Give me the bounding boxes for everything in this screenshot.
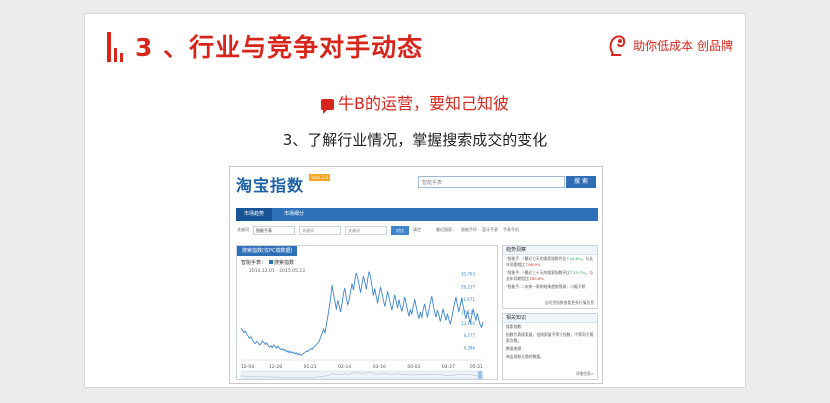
y-tick-label: 8,777	[464, 333, 476, 338]
x-tick-label: 05-21	[470, 364, 483, 370]
y-tick-label: 13,100	[461, 321, 475, 326]
panel-title: 趋势洞察	[503, 246, 597, 255]
panel-title: 相关知识	[503, 314, 597, 323]
insight-line: "智能手..."未来一周的结果趋势预测：小幅下跌	[506, 284, 586, 289]
slide: 3 、行业与竞争对手动态 助你低成本 创品牌 牛B的运营，要知己知彼 3、了解行…	[84, 13, 746, 388]
main-nav: 市场趋势 市场细分	[236, 208, 598, 221]
trend-insight-panel: 趋势洞察 "智能手..."最近七天的搜索指数环比↑20.8%，与去年同期相比↑9…	[502, 245, 598, 309]
y-tick-label: 26,217	[461, 284, 475, 289]
keyword-input-1[interactable]: 智能手表	[253, 226, 295, 235]
keyword-input-3[interactable]: 关键词	[345, 226, 387, 235]
keyword-filter-bar: 关键词 智能手表 关键词 关键词 对比 清空 最近搜索： 智能手环 蓝牙手表 手…	[236, 225, 598, 237]
x-tick-label: 04-03	[407, 364, 420, 370]
brand-slogan: 助你低成本 创品牌	[633, 38, 733, 53]
brand-figure-icon	[609, 35, 626, 56]
search-index-chart: 搜索指数(仅PC端数据) 智能手表： 搜索指数 2014.12.01 - 2015…	[236, 245, 498, 380]
more-link[interactable]: 去阿里指数查看更多行情信息	[545, 300, 594, 306]
knowledge-line: 数据来源：	[506, 346, 525, 351]
knowledge-line: 淘宝网和天猫的数据。	[506, 354, 544, 359]
x-tick-label: 02-14	[338, 364, 351, 370]
subtitle: 牛B的运营，要知己知彼	[85, 90, 745, 114]
speech-bubble-icon	[321, 99, 334, 114]
insight-line: "智能手..."最近七天的搜索指数环比↑20.8%，与去年同期相比↑98.9%	[506, 256, 593, 267]
search-button[interactable]: 搜 索	[566, 176, 596, 188]
taobao-index-logo: 淘宝指数 beta 2.0	[236, 174, 331, 195]
keyword-input-2[interactable]: 关键词	[299, 226, 341, 235]
point-text: 3、了解行业情况，掌握搜索成交的变化	[282, 131, 548, 149]
y-tick-label: 21,671	[461, 297, 475, 302]
related-knowledge-panel: 相关知识 搜索指数： 指数代表搜索量，但搜索量不等于指数，不等同于搜索次数。 数…	[502, 313, 598, 380]
range-slider-handle	[478, 371, 482, 379]
page-title: 3 、行业与竞争对手动态	[135, 33, 424, 62]
recent-search-item[interactable]: 智能手环	[461, 227, 477, 233]
keyword-label: 关键词	[237, 227, 249, 232]
compare-button[interactable]: 对比	[391, 226, 409, 235]
knowledge-line: 搜索指数：	[506, 324, 525, 329]
knowledge-line: 指数代表搜索量，但搜索量不等于指数，不等同于搜索次数。	[506, 332, 594, 343]
series-line	[240, 271, 484, 356]
x-tick-label: 12-04	[241, 364, 254, 370]
detail-link[interactable]: 详细信息>	[576, 371, 594, 377]
tab-market-trend[interactable]: 市场趋势	[236, 208, 272, 221]
clear-button[interactable]: 清空	[413, 227, 421, 233]
insight-line: "智能手..."最近三十天的搜索指数环比↑13.7%，与去年同期相比↑85.6%	[506, 270, 593, 281]
x-tick-label: 12-28	[269, 364, 282, 370]
recent-search-item[interactable]: 蓝牙手表	[482, 227, 498, 233]
trend-chart: 2014.12.01 - 2015.05.23 30,763 26,217 21,67…	[240, 268, 484, 380]
search-input[interactable]: 智能手表	[418, 176, 565, 188]
subtitle-text: 牛B的运营，要知己知彼	[338, 94, 509, 113]
x-tick-label: 03-10	[373, 364, 386, 370]
chart-tab[interactable]: 搜索指数(仅PC端数据)	[237, 246, 298, 256]
recent-search-label: 最近搜索：	[436, 227, 456, 232]
taobao-index-screenshot: 淘宝指数 beta 2.0 智能手表 搜 索 市场趋势 市场细分 关键词 智能手表…	[229, 166, 603, 384]
y-tick-label: 30,763	[461, 272, 475, 277]
x-tick-label: 01-21	[304, 364, 317, 370]
y-tick-label: 4,386	[464, 345, 476, 350]
range-slider-track	[240, 370, 484, 380]
date-range: 2014.12.01 - 2015.05.23	[249, 268, 305, 274]
title-bars-icon	[107, 32, 125, 62]
tab-market-segment[interactable]: 市场细分	[276, 208, 312, 221]
recent-search-item[interactable]: 手表手机	[503, 227, 519, 233]
x-tick-label: 04-27	[442, 364, 455, 370]
brand-logo: 助你低成本 创品牌	[607, 32, 733, 58]
beta-badge: beta 2.0	[309, 174, 331, 181]
y-tick-label: 17,125	[461, 310, 475, 315]
